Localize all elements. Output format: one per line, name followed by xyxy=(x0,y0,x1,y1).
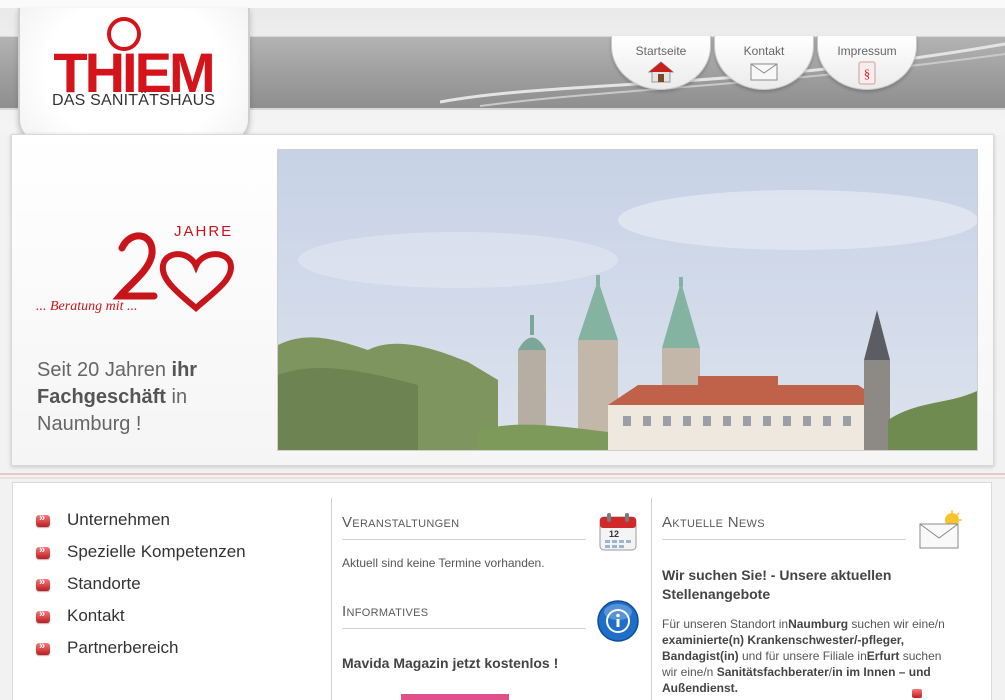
logo-subtitle: DAS SANITÄTSHAUS xyxy=(52,92,216,109)
news-body: Für unseren Standort inNaumburg suchen w… xyxy=(662,616,952,696)
magazine-thumbnail[interactable] xyxy=(401,694,509,700)
events-title-underline xyxy=(342,539,586,540)
top-strip xyxy=(0,0,1005,8)
news-text: und für unsere Filiale in xyxy=(738,649,867,663)
news-text-bold: Naumburg xyxy=(788,617,849,631)
news-headline[interactable]: Wir suchen Sie! - Unsere aktuellen Stell… xyxy=(662,566,912,604)
news-more-arrow-icon[interactable] xyxy=(912,689,922,698)
info-title: Informatives xyxy=(342,603,429,620)
red-arrow-icon xyxy=(36,576,50,591)
red-arrow-icon xyxy=(36,512,50,527)
news-text-bold: Erfurt xyxy=(866,649,900,663)
red-arrow-icon xyxy=(36,640,50,655)
header: THIEM DAS SANITÄTSHAUS Startseite Kontak… xyxy=(0,0,1005,168)
naumburg-cathedral-photo xyxy=(277,149,978,451)
news-text: Für unseren Standort in xyxy=(662,617,789,631)
info-headline[interactable]: Mavida Magazin jetzt kostenlos ! xyxy=(342,654,558,673)
sidebar-item-label: Unternehmen xyxy=(67,510,171,529)
news-text-bold: Sanitätsfachberater xyxy=(716,665,829,679)
envelope-icon xyxy=(750,63,778,81)
events-title: Veranstaltungen xyxy=(342,514,460,531)
svg-text:§: § xyxy=(864,66,871,81)
calendar-icon: 12 xyxy=(599,513,637,551)
news-title: Aktuelle News xyxy=(662,514,765,531)
nav-tab-label: Kontakt xyxy=(743,44,785,58)
paragraph-icon: § xyxy=(858,61,876,85)
hero-tagline: Seit 20 Jahren ihr Fachgeschäft in Naumb… xyxy=(37,357,262,438)
section-divider xyxy=(0,473,1005,479)
hero-text-part: Seit 20 Jahren xyxy=(37,359,172,381)
anniversary-slogan: ... Beratung mit ... xyxy=(36,299,138,314)
sidebar-item-label: Spezielle Kompetenzen xyxy=(67,542,246,561)
news-text: suchen wir eine/n xyxy=(848,617,945,631)
events-empty-text: Aktuell sind keine Termine vorhanden. xyxy=(342,556,545,570)
nav-tab-label: Startseite xyxy=(635,44,687,58)
news-title-underline xyxy=(662,539,906,540)
column-separator xyxy=(651,498,652,700)
nav-tab-label: Impressum xyxy=(837,44,897,58)
house-icon xyxy=(648,61,674,83)
sidebar-item-label: Kontakt xyxy=(67,606,125,625)
sidebar-item-label: Standorte xyxy=(67,574,141,593)
info-icon[interactable] xyxy=(596,599,640,643)
anniversary-logo: JAHRE 20 ... Beratung mit ... xyxy=(36,223,234,314)
column-separator xyxy=(331,498,332,700)
mail-sun-icon xyxy=(919,510,962,549)
red-arrow-icon xyxy=(36,544,50,559)
red-arrow-icon xyxy=(36,608,50,623)
info-title-underline xyxy=(342,628,586,629)
calendar-day: 12 xyxy=(609,529,619,539)
sidebar-item-label: Partnerbereich xyxy=(67,638,179,657)
